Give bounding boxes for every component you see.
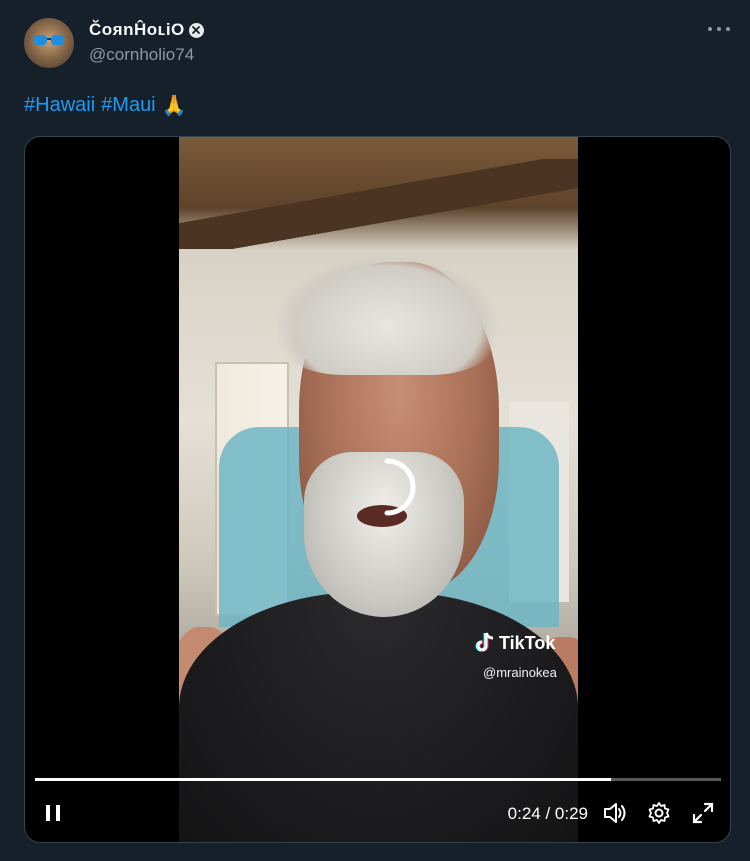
fullscreen-icon <box>692 802 714 824</box>
tiktok-note-icon <box>475 632 494 652</box>
settings-button[interactable] <box>643 797 675 829</box>
author-name-row: C̆ᴏяnĤoʟiO <box>89 18 204 42</box>
tiktok-username: @mrainokea <box>483 665 557 680</box>
tiktok-brand-text: TikTok <box>499 632 556 653</box>
hashtag-maui[interactable]: #Maui <box>101 94 155 117</box>
video-time: 0:24 / 0:29 <box>507 804 588 823</box>
video-progress-fill <box>35 778 612 781</box>
author-handle[interactable]: @cornholio74 <box>89 45 194 65</box>
video-controls: 0:24 / 0:29 <box>25 793 730 837</box>
folded-hands-emoji: 🙏 <box>161 95 187 117</box>
volume-icon <box>604 803 626 823</box>
avatar[interactable] <box>24 18 74 68</box>
hashtag-hawaii[interactable]: #Hawaii <box>24 94 95 117</box>
volume-button[interactable] <box>599 797 631 829</box>
ceiling-beam <box>179 159 578 249</box>
sunglasses-graphic <box>34 35 64 45</box>
fullscreen-button[interactable] <box>687 797 719 829</box>
video-progress-bar[interactable] <box>35 778 721 781</box>
verified-badge-icon <box>188 22 204 38</box>
more-options-icon[interactable] <box>708 22 730 36</box>
author-display-name[interactable]: C̆ᴏяnĤoʟiO <box>89 20 185 40</box>
video-player[interactable]: TikTok @mrainokea 0:24 / 0:29 <box>24 136 731 843</box>
tweet-text: #Hawaii #Maui 🙏 <box>24 93 187 118</box>
settings-icon <box>648 802 670 824</box>
tiktok-watermark: TikTok <box>475 632 555 654</box>
pause-icon <box>46 805 60 821</box>
person-hair <box>277 255 497 375</box>
pause-button[interactable] <box>37 797 69 829</box>
loading-spinner-icon <box>384 458 416 516</box>
